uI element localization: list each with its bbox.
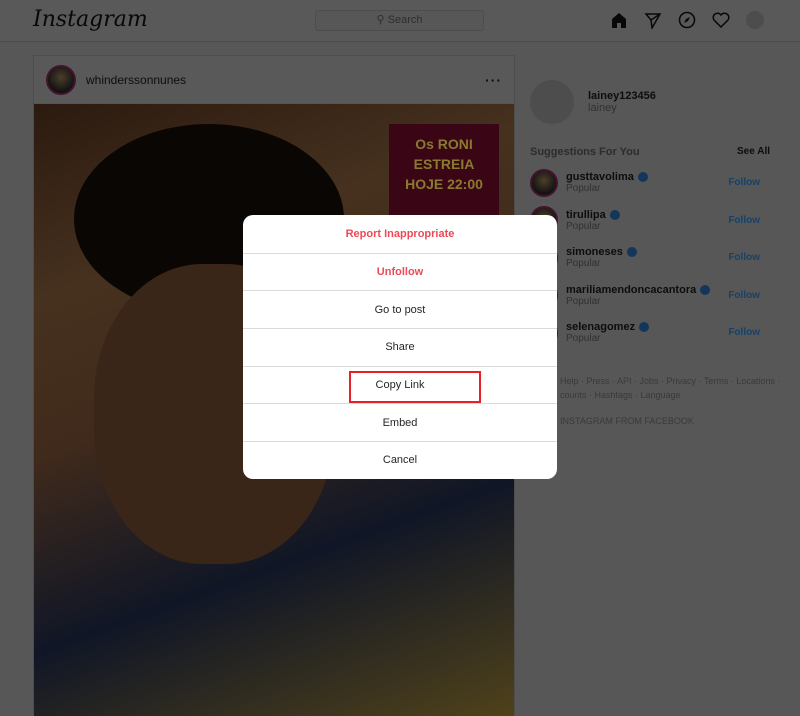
- poster-time: HOJE 22:00: [405, 176, 483, 192]
- verified-badge-icon: [637, 172, 648, 183]
- follow-button[interactable]: Follow: [728, 290, 760, 301]
- post-author-username[interactable]: whinderssonnunes: [86, 73, 186, 87]
- footer-links: Help · Press · API · Jobs · Privacy · Te…: [560, 374, 780, 428]
- unfollow-button[interactable]: Unfollow: [243, 252, 557, 291]
- post-options-dialog: Report Inappropriate Unfollow Go to post Sh…: [243, 215, 557, 479]
- follow-button[interactable]: Follow: [728, 327, 760, 338]
- suggestion-reason: Popular: [566, 258, 601, 270]
- copyright: INSTAGRAM FROM FACEBOOK: [560, 416, 694, 426]
- suggestion-reason: Popular: [566, 333, 601, 345]
- post-author-avatar[interactable]: [46, 64, 76, 95]
- suggestion-username[interactable]: gusttavolima: [566, 171, 634, 183]
- follow-button[interactable]: Follow: [728, 252, 760, 263]
- poster-line: ESTREIA: [413, 156, 475, 172]
- direct-icon[interactable]: [643, 10, 663, 30]
- instagram-logo[interactable]: Instagram: [33, 7, 148, 32]
- home-icon[interactable]: [609, 10, 629, 30]
- suggestions-title: Suggestions For You: [530, 146, 640, 158]
- suggestion-item: selenagomez Popular Follow: [530, 314, 770, 352]
- poster-title: Os RONI: [415, 136, 473, 152]
- suggestion-item: simoneses Popular Follow: [530, 239, 770, 277]
- cancel-button[interactable]: Cancel: [243, 441, 557, 479]
- search-placeholder: Search: [387, 14, 423, 26]
- follow-button[interactable]: Follow: [728, 215, 760, 226]
- suggestion-username[interactable]: selenagomez: [566, 321, 635, 333]
- search-input[interactable]: ⚲ Search: [315, 10, 484, 31]
- photo-poster: Os RONI ESTREIA HOJE 22:00: [389, 124, 499, 224]
- suggestion-reason: Popular: [566, 295, 601, 307]
- follow-button[interactable]: Follow: [728, 177, 760, 188]
- share-button[interactable]: Share: [243, 328, 557, 366]
- suggestion-item: gusttavolima Popular Follow: [530, 164, 770, 202]
- suggestion-reason: Popular: [566, 220, 601, 232]
- suggestion-username[interactable]: tirullipa: [566, 209, 606, 221]
- footer-line[interactable]: Help · Press · API · Jobs · Privacy · Te…: [560, 374, 780, 388]
- user-avatar[interactable]: [530, 80, 574, 124]
- heart-icon[interactable]: [711, 10, 731, 30]
- verified-badge-icon: [609, 209, 620, 220]
- verified-badge-icon: [626, 247, 637, 258]
- sidebar: lainey123456 lainey Suggestions For You Se…: [530, 80, 770, 352]
- top-nav: Instagram ⚲ Search: [0, 0, 800, 42]
- suggestion-avatar[interactable]: [530, 168, 558, 197]
- suggestion-username[interactable]: mariliamendoncacantora: [566, 284, 696, 296]
- report-inappropriate-button[interactable]: Report Inappropriate: [243, 215, 557, 253]
- verified-badge-icon: [700, 284, 711, 295]
- suggestion-username[interactable]: simoneses: [566, 246, 623, 258]
- suggestion-reason: Popular: [566, 183, 601, 195]
- verified-badge-icon: [639, 322, 650, 333]
- user-username[interactable]: lainey123456: [588, 90, 656, 102]
- suggestion-item: tirullipa Popular Follow: [530, 202, 770, 240]
- see-all-link[interactable]: See All: [737, 146, 770, 158]
- explore-icon[interactable]: [677, 10, 697, 30]
- suggestion-item: mariliamendoncacantora Popular Follow: [530, 277, 770, 315]
- footer-line[interactable]: counts · Hashtags · Language: [560, 388, 780, 402]
- profile-avatar[interactable]: [745, 10, 765, 30]
- more-options-icon[interactable]: ···: [485, 72, 502, 88]
- copy-link-button[interactable]: Copy Link: [243, 365, 557, 404]
- go-to-post-button[interactable]: Go to post: [243, 290, 557, 328]
- embed-button[interactable]: Embed: [243, 403, 557, 441]
- user-name: lainey: [588, 102, 617, 114]
